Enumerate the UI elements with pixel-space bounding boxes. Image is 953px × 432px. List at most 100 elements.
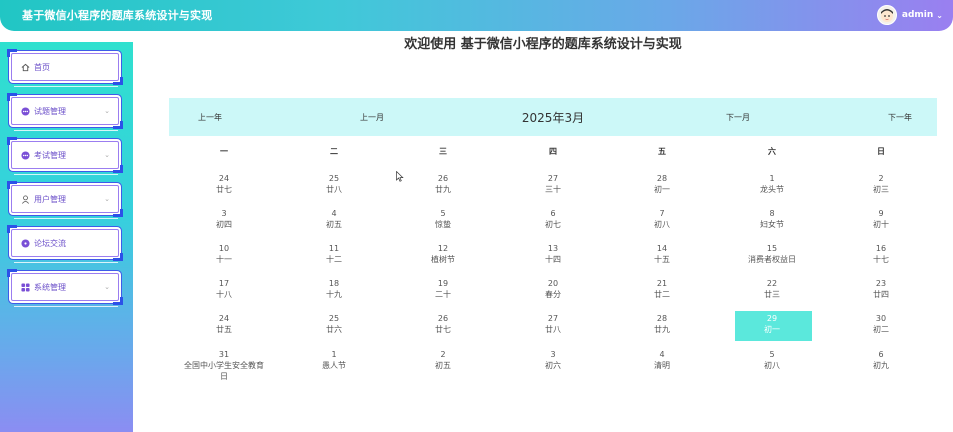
page-title: 欢迎使用 基于微信小程序的题库系统设计与实现: [404, 37, 682, 52]
calendar-day[interactable]: 30 初二: [826, 313, 936, 349]
calendar-day[interactable]: 15 消费者权益日: [717, 243, 827, 279]
lunar-date: 十五: [654, 255, 670, 264]
calendar-day[interactable]: 24 廿五: [169, 313, 279, 349]
app-title: 基于微信小程序的题库系统设计与实现: [22, 9, 213, 22]
sidebar-item-question-management[interactable]: 试题管理 ⌄: [7, 93, 123, 131]
calendar-day[interactable]: 6 初七: [498, 208, 608, 244]
frame-corner: [113, 253, 123, 261]
calendar-day[interactable]: 8 妇女节: [717, 208, 827, 244]
day-number: 17: [218, 279, 230, 288]
day-number: 9: [878, 209, 884, 218]
lunar-date: 廿八: [326, 185, 342, 194]
sidebar-item-home[interactable]: 首页: [7, 49, 123, 87]
day-number: 6: [878, 350, 884, 359]
calendar-day[interactable]: 5 惊蛰: [388, 208, 498, 244]
frame-corner: [113, 165, 123, 173]
day-number: 5: [769, 350, 775, 359]
calendar-day[interactable]: 20 春分: [498, 278, 608, 314]
divider: [14, 262, 118, 263]
day-number: 2: [878, 174, 884, 183]
calendar-day[interactable]: 9 初十: [826, 208, 936, 244]
calendar-day[interactable]: 12 植树节: [388, 243, 498, 279]
calendar-day[interactable]: 27 三十: [498, 173, 608, 209]
calendar-day[interactable]: 3 初六: [498, 349, 608, 385]
lunar-date: 龙头节: [760, 185, 784, 194]
chevron-down-icon[interactable]: ⌄: [936, 11, 943, 20]
calendar-day-today[interactable]: 29 初一: [717, 311, 827, 349]
frame-corner: [113, 77, 123, 85]
weekday-header: 六: [768, 147, 776, 156]
sidebar-item-exam-management[interactable]: 考试管理 ⌄: [7, 137, 123, 175]
day-number: 24: [218, 314, 230, 323]
frame-corner: [7, 93, 17, 101]
calendar-day[interactable]: 18 十九: [279, 278, 389, 314]
day-number: 25: [328, 174, 340, 183]
calendar-day[interactable]: 4 清明: [607, 349, 717, 385]
weekday-header: 日: [877, 147, 885, 156]
lunar-date: 廿五: [216, 325, 232, 334]
calendar-day[interactable]: 27 廿八: [498, 313, 608, 349]
calendar-day[interactable]: 28 初一: [607, 173, 717, 209]
divider: [14, 306, 118, 307]
lunar-date: 十四: [545, 255, 561, 264]
calendar-day[interactable]: 1 愚人节: [279, 349, 389, 385]
sidebar-item-forum[interactable]: 论坛交流: [7, 225, 123, 263]
day-number: 4: [659, 350, 665, 359]
calendar-day[interactable]: 22 廿三: [717, 278, 827, 314]
calendar-day[interactable]: 28 廿九: [607, 313, 717, 349]
calendar-day[interactable]: 7 初八: [607, 208, 717, 244]
day-number: 28: [656, 174, 668, 183]
mouse-cursor-icon: [396, 167, 404, 186]
username[interactable]: admin: [902, 10, 933, 20]
calendar-day[interactable]: 23 廿四: [826, 278, 936, 314]
calendar-day[interactable]: 5 初八: [717, 349, 827, 385]
calendar-day[interactable]: 16 十七: [826, 243, 936, 279]
lunar-date: 十二: [326, 255, 342, 264]
calendar-day[interactable]: 21 廿二: [607, 278, 717, 314]
calendar-day[interactable]: 31 全国中小学生安全教育日: [169, 349, 279, 385]
day-number: 4: [331, 209, 337, 218]
day-number: 29: [766, 314, 778, 323]
calendar-day[interactable]: 4 初五: [279, 208, 389, 244]
avatar[interactable]: [876, 5, 897, 25]
sidebar-item-label: 试题管理: [34, 106, 66, 116]
lunar-date: 初三: [873, 185, 889, 194]
calendar-day[interactable]: 2 初三: [826, 173, 936, 209]
lunar-date: 初十: [873, 220, 889, 229]
calendar-day[interactable]: 25 廿八: [279, 173, 389, 209]
lunar-date: 全国中小学生安全教育日: [184, 361, 264, 381]
calendar-day[interactable]: 25 廿六: [279, 313, 389, 349]
calendar-day[interactable]: 24 廿七: [169, 173, 279, 209]
lunar-date: 春分: [545, 290, 561, 299]
chevron-down-icon: ⌄: [104, 107, 110, 115]
user-menu[interactable]: admin ⌄: [876, 4, 943, 26]
calendar-day[interactable]: 6 初九: [826, 349, 936, 385]
avatar-face-icon: [880, 9, 893, 22]
calendar-day[interactable]: 1 龙头节: [717, 173, 827, 209]
lunar-date: 初五: [435, 361, 451, 370]
calendar-day[interactable]: 2 初五: [388, 349, 498, 385]
day-number: 27: [547, 314, 559, 323]
calendar: 上一年 上一月 2025年3月 下一月 下一年 一二三四五六日 24 廿七 25 廿八 2…: [169, 98, 937, 408]
weekday-header: 三: [439, 147, 447, 156]
calendar-day[interactable]: 26 廿七: [388, 313, 498, 349]
calendar-day[interactable]: 3 初四: [169, 208, 279, 244]
frame-corner: [113, 121, 123, 129]
calendar-day[interactable]: 19 二十: [388, 278, 498, 314]
day-number: 21: [656, 279, 668, 288]
calendar-day[interactable]: 11 十二: [279, 243, 389, 279]
calendar-day[interactable]: 10 十一: [169, 243, 279, 279]
calendar-day[interactable]: 17 十八: [169, 278, 279, 314]
next-month-button[interactable]: 下一月: [726, 112, 750, 123]
day-number: 26: [437, 314, 449, 323]
sidebar-item-user-management[interactable]: 用户管理 ⌄: [7, 181, 123, 219]
day-number: 19: [437, 279, 449, 288]
next-year-button[interactable]: 下一年: [888, 112, 912, 123]
calendar-day[interactable]: 14 十五: [607, 243, 717, 279]
sidebar-item-system-management[interactable]: 系统管理 ⌄: [7, 269, 123, 307]
dot-circle-icon: [21, 238, 31, 248]
calendar-day[interactable]: 13 十四: [498, 243, 608, 279]
top-bar: 基于微信小程序的题库系统设计与实现 admin ⌄: [0, 0, 953, 31]
calendar-day[interactable]: 26 廿九: [388, 173, 498, 209]
day-number: 20: [547, 279, 559, 288]
